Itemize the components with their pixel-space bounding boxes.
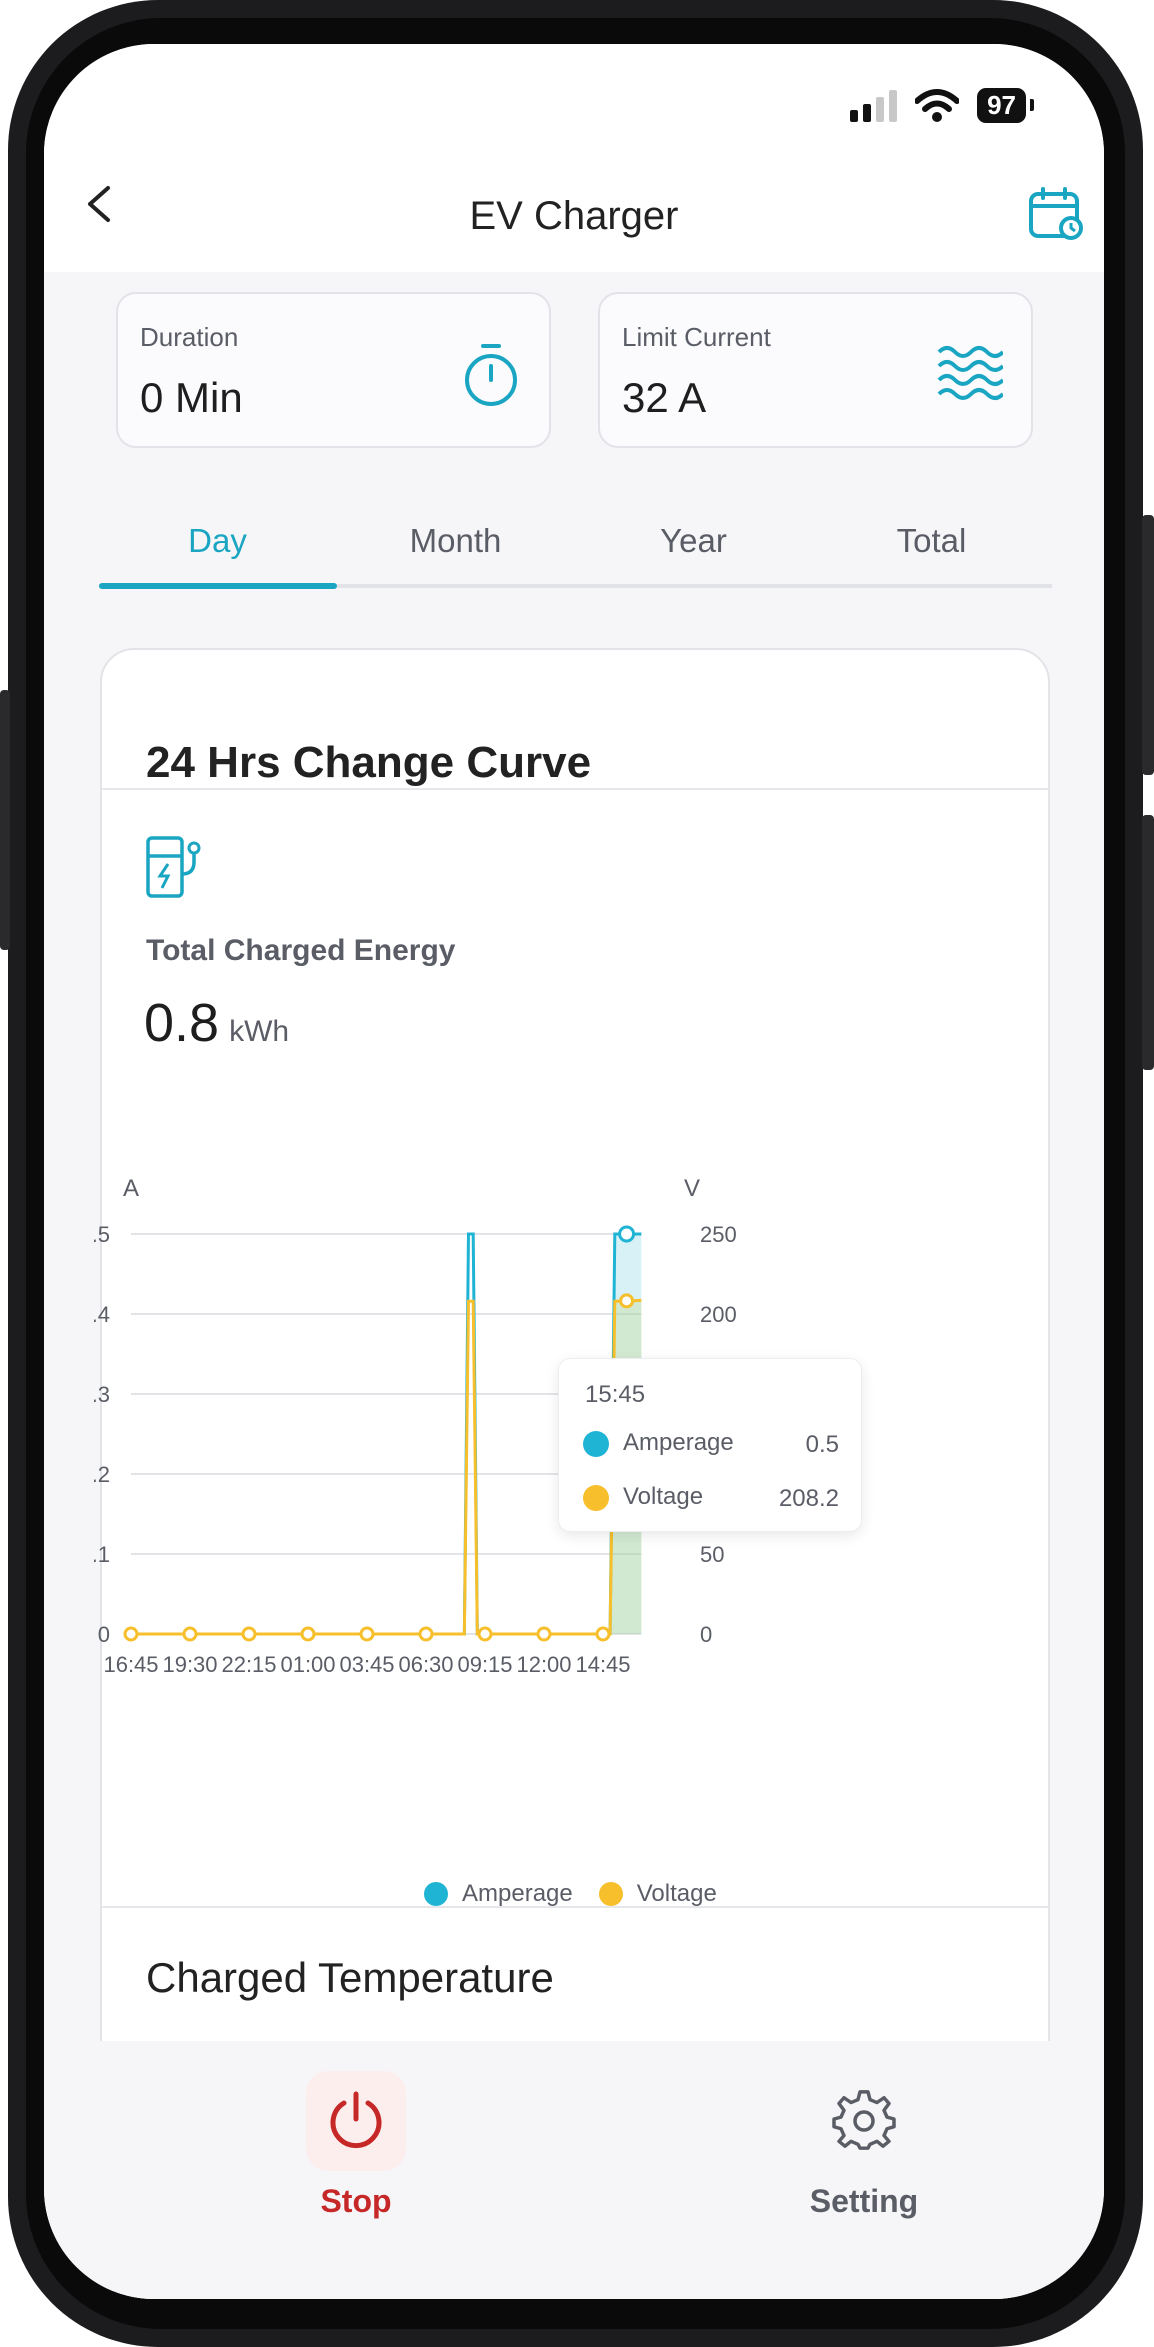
energy-value-row: 0.8 kWh [144,992,289,1054]
legend-voltage[interactable]: Voltage [637,1880,717,1908]
setting-icon-wrap [814,2071,914,2171]
voltage-marker [477,1626,493,1642]
top-bar: 97 EV Charger [44,44,1104,272]
panel-header-divider [102,788,1048,790]
setting-button[interactable]: Setting [764,2071,964,2220]
tooltip-time: 15:45 [585,1381,646,1408]
voltage-dot [583,1484,609,1511]
tooltip-voltage-row: Voltage 208.2 [583,1483,839,1512]
side-button-left [0,690,10,950]
voltage-marker [418,1626,434,1642]
calendar-clock-icon[interactable] [1026,184,1086,244]
limit-current-label: Limit Current [622,322,771,352]
duration-value: 0 Min [140,374,243,421]
left-tick-label: 0.3 [94,1382,110,1407]
app-screen: 97 EV Charger Duration 0 Min Limit Curre… [44,44,1104,2299]
chart-tooltip: 15:45 Amperage 0.5 Voltage 208.2 [558,1358,862,1532]
left-tick-label: 0.5 [94,1222,110,1247]
tab-month[interactable]: Month [337,522,574,560]
status-bar: 97 [850,88,1034,123]
bottom-nav: Stop Setting [44,2041,1104,2299]
page-title: EV Charger [469,194,679,238]
tab-day[interactable]: Day [99,522,336,560]
tab-active-indicator [99,583,337,589]
left-tick-label: 0.4 [94,1302,110,1327]
chart-legend: Amperage Voltage [424,1880,717,1908]
right-tick-label: 0 [700,1622,712,1647]
x-tick-label: 22:15 [221,1652,276,1677]
voltage-marker [619,1293,635,1309]
amperage-dot [583,1430,609,1457]
left-tick-label: 0.1 [94,1542,110,1567]
summary-cards: Duration 0 Min Limit Current 32 A [116,292,1036,448]
right-tick-label: 250 [700,1222,737,1247]
x-tick-label: 14:45 [575,1652,630,1677]
x-tick-label: 01:00 [280,1652,335,1677]
energy-value: 0.8 [144,993,220,1053]
legend-amperage[interactable]: Amperage [462,1880,573,1908]
limit-current-card: Limit Current 32 A [598,292,1033,448]
x-tick-label: 03:45 [339,1652,394,1677]
energy-label: Total Charged Energy [146,934,456,967]
panel-title: 24 Hrs Change Curve [146,738,592,787]
tab-year[interactable]: Year [575,522,812,560]
stopwatch-icon [465,344,517,406]
right-axis-unit: V [684,1175,700,1202]
voltage-marker [595,1626,611,1642]
x-tick-label: 12:00 [516,1652,571,1677]
voltage-marker [300,1626,316,1642]
section-divider [102,1906,1048,1908]
limit-current-value: 32 A [622,374,707,421]
left-tick-label: 0.2 [94,1462,110,1487]
left-axis-unit: A [123,1175,139,1202]
stop-icon-wrap [306,2071,406,2171]
tooltip-amperage-label: Amperage [623,1429,734,1456]
x-tick-label: 16:45 [103,1652,158,1677]
duration-label: Duration [140,322,239,352]
voltage-marker [241,1626,257,1642]
power-icon [330,2091,382,2149]
battery-indicator: 97 [977,88,1034,123]
energy-unit: kWh [229,1015,290,1048]
right-tick-label: 50 [700,1542,724,1567]
voltage-marker [359,1626,375,1642]
tooltip-voltage-label: Voltage [623,1483,704,1510]
signal-icon [850,89,898,122]
tooltip-amperage-value: 0.5 [805,1431,839,1458]
right-tick-label: 200 [700,1302,737,1327]
stop-button[interactable]: Stop [256,2071,456,2220]
stop-label: Stop [320,2183,392,2219]
left-tick-label: 0 [98,1622,110,1647]
gear-icon [832,2090,896,2150]
tab-total[interactable]: Total [813,522,1050,560]
side-button-right-bottom [1142,815,1154,1070]
legend-amperage-dot [424,1882,448,1906]
duration-card: Duration 0 Min [116,292,551,448]
setting-label: Setting [809,2183,919,2219]
wifi-icon [915,88,960,122]
amperage-marker [618,1225,636,1243]
voltage-marker [123,1626,139,1642]
charger-icon [146,836,201,898]
x-tick-label: 06:30 [398,1652,453,1677]
voltage-marker [182,1626,198,1642]
tooltip-voltage-value: 208.2 [778,1485,839,1512]
tooltip-amperage-row: Amperage 0.5 [583,1429,839,1458]
side-button-right-top [1142,515,1154,775]
x-tick-label: 19:30 [162,1652,217,1677]
x-tick-label: 09:15 [457,1652,512,1677]
legend-voltage-dot [598,1882,623,1906]
voltage-marker [536,1626,552,1642]
temperature-title: Charged Temperature [146,1954,554,2001]
waves-icon [937,346,1003,400]
